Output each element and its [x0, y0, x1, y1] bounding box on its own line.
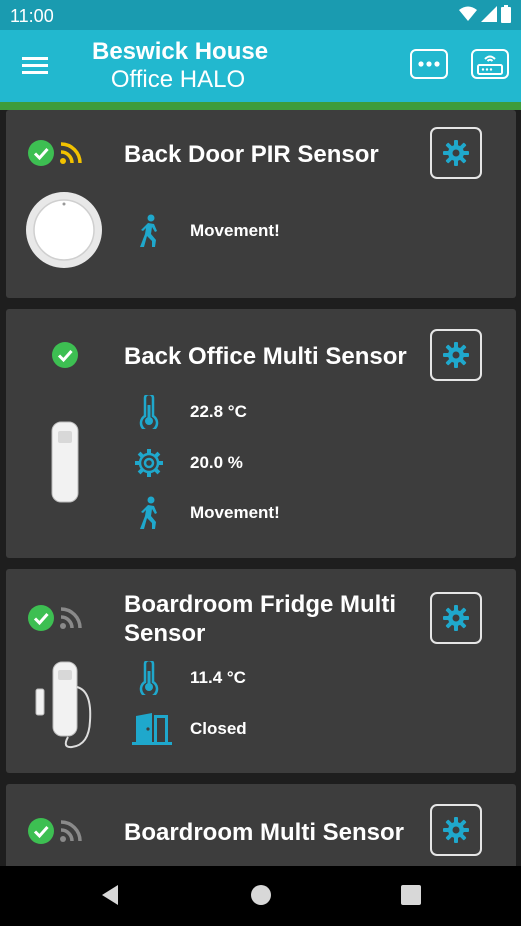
device-reading: Closed	[132, 712, 247, 746]
walking-person-icon	[140, 496, 157, 529]
device-reading: 20.0 %	[134, 446, 243, 480]
pir-sensor-image	[26, 192, 102, 268]
device-card[interactable]: Boardroom Fridge Multi Sensor 11.4 °C Cl…	[6, 569, 516, 773]
device-name: Boardroom Fridge Multi Sensor	[124, 591, 396, 647]
reading-text: Movement!	[190, 221, 280, 240]
device-status	[28, 818, 82, 844]
device-settings-button[interactable]	[430, 592, 482, 644]
status-bar: 11:00	[0, 0, 521, 30]
gear-icon	[443, 342, 469, 368]
thermometer-icon	[139, 661, 159, 695]
device-name: Back Office Multi Sensor	[124, 343, 407, 370]
device-reading: 22.8 °C	[134, 395, 247, 429]
back-icon[interactable]	[100, 884, 120, 906]
ok-check-icon	[28, 140, 54, 166]
recents-icon[interactable]	[400, 884, 422, 906]
device-list[interactable]: Back Door PIR Sensor Movement! Back Offi…	[0, 110, 521, 866]
system-icons	[459, 5, 511, 23]
wifi-icon	[459, 6, 477, 21]
app-bar: Beswick House Office HALO	[0, 30, 521, 102]
device-card[interactable]: Boardroom Multi Sensor	[6, 784, 516, 866]
gear-icon	[443, 817, 469, 843]
system-navigation-bar	[0, 866, 521, 926]
more-options-button[interactable]	[410, 49, 448, 79]
hamburger-menu-icon[interactable]	[22, 54, 48, 76]
router-hub-icon	[477, 55, 503, 75]
reading-text: 11.4 °C	[190, 668, 246, 687]
device-status	[52, 342, 78, 368]
page-title: Beswick House Office HALO	[92, 38, 269, 94]
device-reading: 11.4 °C	[134, 661, 246, 695]
device-name: Back Door PIR Sensor	[124, 141, 379, 168]
multi-sensor-image	[51, 421, 79, 503]
open-door-icon	[132, 713, 172, 745]
thermometer-icon	[139, 395, 159, 429]
device-reading: Movement!	[134, 496, 280, 530]
device-card[interactable]: Back Door PIR Sensor Movement!	[6, 110, 516, 298]
walking-person-icon	[140, 214, 157, 247]
reading-text: Movement!	[190, 503, 280, 522]
device-name: Boardroom Multi Sensor	[124, 819, 405, 846]
signal-weak-icon	[60, 607, 82, 629]
signal-strong-icon	[60, 142, 82, 164]
hub-status-button[interactable]	[471, 49, 509, 79]
device-card[interactable]: Back Office Multi Sensor 22.8 °C 20.0 % …	[6, 309, 516, 558]
device-status	[28, 140, 82, 166]
more-dots-icon	[418, 61, 440, 67]
battery-icon	[501, 5, 511, 23]
cell-signal-icon	[481, 6, 497, 22]
device-settings-button[interactable]	[430, 329, 482, 381]
signal-weak-icon	[60, 820, 82, 842]
title-line-2: Office HALO	[110, 66, 246, 93]
device-settings-button[interactable]	[430, 127, 482, 179]
device-settings-button[interactable]	[430, 804, 482, 856]
ok-check-icon	[52, 342, 78, 368]
ok-check-icon	[28, 605, 54, 631]
gear-icon	[443, 605, 469, 631]
home-icon[interactable]	[250, 884, 272, 906]
title-line-1: Beswick House	[92, 38, 269, 65]
fridge-sensor-image	[35, 661, 92, 749]
gear-humidity-icon	[135, 449, 163, 477]
reading-text: 22.8 °C	[190, 402, 247, 421]
header-accent-bar	[0, 102, 521, 110]
device-status	[28, 605, 82, 631]
status-time: 11:00	[10, 6, 54, 26]
reading-text: 20.0 %	[190, 453, 243, 472]
device-reading: Movement!	[134, 214, 280, 248]
ok-check-icon	[28, 818, 54, 844]
gear-icon	[443, 140, 469, 166]
reading-text: Closed	[190, 719, 247, 738]
